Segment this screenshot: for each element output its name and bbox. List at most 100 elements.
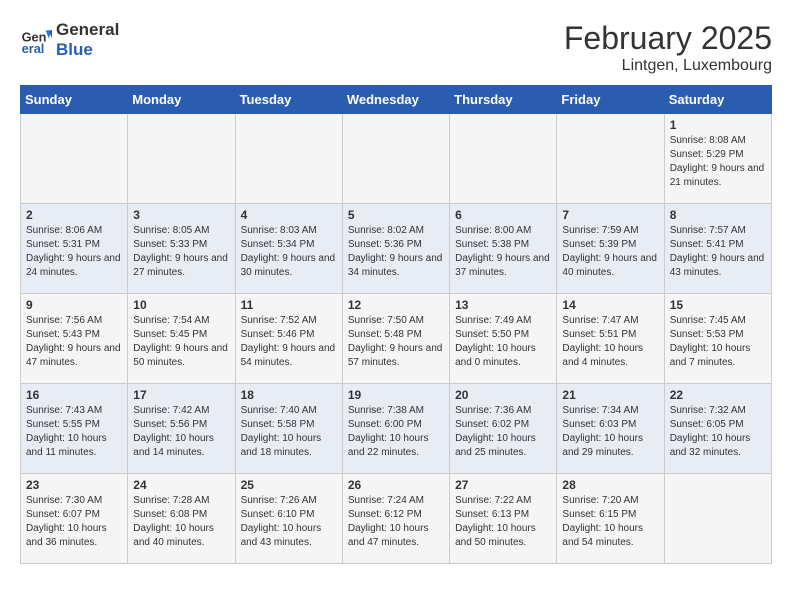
day-info: Sunrise: 7:30 AM Sunset: 6:07 PM Dayligh…	[26, 494, 122, 550]
page-header: Gen eral General Blue February 2025 Lint…	[20, 20, 772, 75]
day-number: 19	[348, 388, 444, 402]
day-number: 14	[562, 298, 658, 312]
calendar-cell: 8Sunrise: 7:57 AM Sunset: 5:41 PM Daylig…	[664, 204, 771, 294]
calendar-cell	[21, 114, 128, 204]
day-number: 20	[455, 388, 551, 402]
day-info: Sunrise: 8:02 AM Sunset: 5:36 PM Dayligh…	[348, 224, 444, 280]
calendar-cell	[128, 114, 235, 204]
day-info: Sunrise: 7:32 AM Sunset: 6:05 PM Dayligh…	[670, 404, 766, 460]
day-info: Sunrise: 7:22 AM Sunset: 6:13 PM Dayligh…	[455, 494, 551, 550]
calendar-table: SundayMondayTuesdayWednesdayThursdayFrid…	[20, 85, 772, 564]
logo: Gen eral General Blue	[20, 20, 119, 61]
day-info: Sunrise: 8:08 AM Sunset: 5:29 PM Dayligh…	[670, 134, 766, 190]
day-number: 16	[26, 388, 122, 402]
weekday-header-thursday: Thursday	[450, 86, 557, 114]
weekday-header-tuesday: Tuesday	[235, 86, 342, 114]
calendar-cell: 23 Sunrise: 7:30 AM Sunset: 6:07 PM Dayli…	[21, 474, 128, 564]
day-number: 22	[670, 388, 766, 402]
day-info: Sunrise: 7:50 AM Sunset: 5:48 PM Dayligh…	[348, 314, 444, 370]
calendar-cell: 14 Sunrise: 7:47 AM Sunset: 5:51 PM Dayli…	[557, 294, 664, 384]
calendar-cell: 25 Sunrise: 7:26 AM Sunset: 6:10 PM Dayli…	[235, 474, 342, 564]
calendar-cell: 5Sunrise: 8:02 AM Sunset: 5:36 PM Daylig…	[342, 204, 449, 294]
calendar-cell: 2Sunrise: 8:06 AM Sunset: 5:31 PM Daylig…	[21, 204, 128, 294]
calendar-cell: 16 Sunrise: 7:43 AM Sunset: 5:55 PM Dayli…	[21, 384, 128, 474]
day-info: Sunrise: 7:52 AM Sunset: 5:46 PM Dayligh…	[241, 314, 337, 370]
day-info: Sunrise: 7:36 AM Sunset: 6:02 PM Dayligh…	[455, 404, 551, 460]
day-info: Sunrise: 7:38 AM Sunset: 6:00 PM Dayligh…	[348, 404, 444, 460]
day-number: 3	[133, 208, 229, 222]
weekday-header-wednesday: Wednesday	[342, 86, 449, 114]
day-number: 23	[26, 478, 122, 492]
calendar-cell	[664, 474, 771, 564]
weekday-header-friday: Friday	[557, 86, 664, 114]
day-number: 27	[455, 478, 551, 492]
svg-text:eral: eral	[22, 41, 45, 56]
calendar-cell: 19 Sunrise: 7:38 AM Sunset: 6:00 PM Dayli…	[342, 384, 449, 474]
calendar-cell: 26 Sunrise: 7:24 AM Sunset: 6:12 PM Dayli…	[342, 474, 449, 564]
calendar-cell: 10 Sunrise: 7:54 AM Sunset: 5:45 PM Dayli…	[128, 294, 235, 384]
day-info: Sunrise: 7:54 AM Sunset: 5:45 PM Dayligh…	[133, 314, 229, 370]
day-info: Sunrise: 8:03 AM Sunset: 5:34 PM Dayligh…	[241, 224, 337, 280]
title-block: February 2025 Lintgen, Luxembourg	[564, 20, 772, 75]
day-number: 26	[348, 478, 444, 492]
calendar-cell: 21 Sunrise: 7:34 AM Sunset: 6:03 PM Dayli…	[557, 384, 664, 474]
calendar-cell: 18 Sunrise: 7:40 AM Sunset: 5:58 PM Dayli…	[235, 384, 342, 474]
calendar-cell: 22 Sunrise: 7:32 AM Sunset: 6:05 PM Dayli…	[664, 384, 771, 474]
week-row-2: 2Sunrise: 8:06 AM Sunset: 5:31 PM Daylig…	[21, 204, 772, 294]
day-info: Sunrise: 7:47 AM Sunset: 5:51 PM Dayligh…	[562, 314, 658, 370]
day-info: Sunrise: 7:57 AM Sunset: 5:41 PM Dayligh…	[670, 224, 766, 280]
calendar-cell	[342, 114, 449, 204]
logo-icon: Gen eral	[20, 24, 52, 56]
day-info: Sunrise: 7:40 AM Sunset: 5:58 PM Dayligh…	[241, 404, 337, 460]
day-info: Sunrise: 7:49 AM Sunset: 5:50 PM Dayligh…	[455, 314, 551, 370]
calendar-cell: 3 Sunrise: 8:05 AM Sunset: 5:33 PM Daylig…	[128, 204, 235, 294]
day-info: Sunrise: 7:28 AM Sunset: 6:08 PM Dayligh…	[133, 494, 229, 550]
day-info: Sunrise: 7:26 AM Sunset: 6:10 PM Dayligh…	[241, 494, 337, 550]
day-number: 7	[562, 208, 658, 222]
day-number: 15	[670, 298, 766, 312]
day-info: Sunrise: 7:59 AM Sunset: 5:39 PM Dayligh…	[562, 224, 658, 280]
calendar-cell: 28 Sunrise: 7:20 AM Sunset: 6:15 PM Dayli…	[557, 474, 664, 564]
week-row-5: 23 Sunrise: 7:30 AM Sunset: 6:07 PM Dayli…	[21, 474, 772, 564]
day-number: 10	[133, 298, 229, 312]
day-number: 28	[562, 478, 658, 492]
logo-line2: Blue	[56, 40, 119, 60]
calendar-cell: 15 Sunrise: 7:45 AM Sunset: 5:53 PM Dayli…	[664, 294, 771, 384]
logo-line1: General	[56, 20, 119, 40]
day-info: Sunrise: 7:24 AM Sunset: 6:12 PM Dayligh…	[348, 494, 444, 550]
day-number: 2	[26, 208, 122, 222]
day-info: Sunrise: 8:00 AM Sunset: 5:38 PM Dayligh…	[455, 224, 551, 280]
day-number: 24	[133, 478, 229, 492]
calendar-cell: 24 Sunrise: 7:28 AM Sunset: 6:08 PM Dayli…	[128, 474, 235, 564]
day-info: Sunrise: 7:45 AM Sunset: 5:53 PM Dayligh…	[670, 314, 766, 370]
day-number: 13	[455, 298, 551, 312]
weekday-header-sunday: Sunday	[21, 86, 128, 114]
day-info: Sunrise: 7:43 AM Sunset: 5:55 PM Dayligh…	[26, 404, 122, 460]
calendar-title: February 2025	[564, 20, 772, 57]
week-row-3: 9Sunrise: 7:56 AM Sunset: 5:43 PM Daylig…	[21, 294, 772, 384]
weekday-header-row: SundayMondayTuesdayWednesdayThursdayFrid…	[21, 86, 772, 114]
day-number: 21	[562, 388, 658, 402]
calendar-cell: 11 Sunrise: 7:52 AM Sunset: 5:46 PM Dayli…	[235, 294, 342, 384]
weekday-header-saturday: Saturday	[664, 86, 771, 114]
day-number: 6	[455, 208, 551, 222]
day-info: Sunrise: 7:56 AM Sunset: 5:43 PM Dayligh…	[26, 314, 122, 370]
week-row-4: 16 Sunrise: 7:43 AM Sunset: 5:55 PM Dayli…	[21, 384, 772, 474]
day-info: Sunrise: 8:05 AM Sunset: 5:33 PM Dayligh…	[133, 224, 229, 280]
day-number: 11	[241, 298, 337, 312]
day-info: Sunrise: 7:34 AM Sunset: 6:03 PM Dayligh…	[562, 404, 658, 460]
week-row-1: 1Sunrise: 8:08 AM Sunset: 5:29 PM Daylig…	[21, 114, 772, 204]
day-info: Sunrise: 7:20 AM Sunset: 6:15 PM Dayligh…	[562, 494, 658, 550]
calendar-cell: 7 Sunrise: 7:59 AM Sunset: 5:39 PM Daylig…	[557, 204, 664, 294]
day-info: Sunrise: 7:42 AM Sunset: 5:56 PM Dayligh…	[133, 404, 229, 460]
day-number: 25	[241, 478, 337, 492]
calendar-cell: 27 Sunrise: 7:22 AM Sunset: 6:13 PM Dayli…	[450, 474, 557, 564]
weekday-header-monday: Monday	[128, 86, 235, 114]
day-number: 17	[133, 388, 229, 402]
day-number: 4	[241, 208, 337, 222]
calendar-cell: 12Sunrise: 7:50 AM Sunset: 5:48 PM Dayli…	[342, 294, 449, 384]
calendar-cell: 4 Sunrise: 8:03 AM Sunset: 5:34 PM Daylig…	[235, 204, 342, 294]
calendar-subtitle: Lintgen, Luxembourg	[564, 57, 772, 75]
calendar-cell: 13 Sunrise: 7:49 AM Sunset: 5:50 PM Dayli…	[450, 294, 557, 384]
day-number: 18	[241, 388, 337, 402]
